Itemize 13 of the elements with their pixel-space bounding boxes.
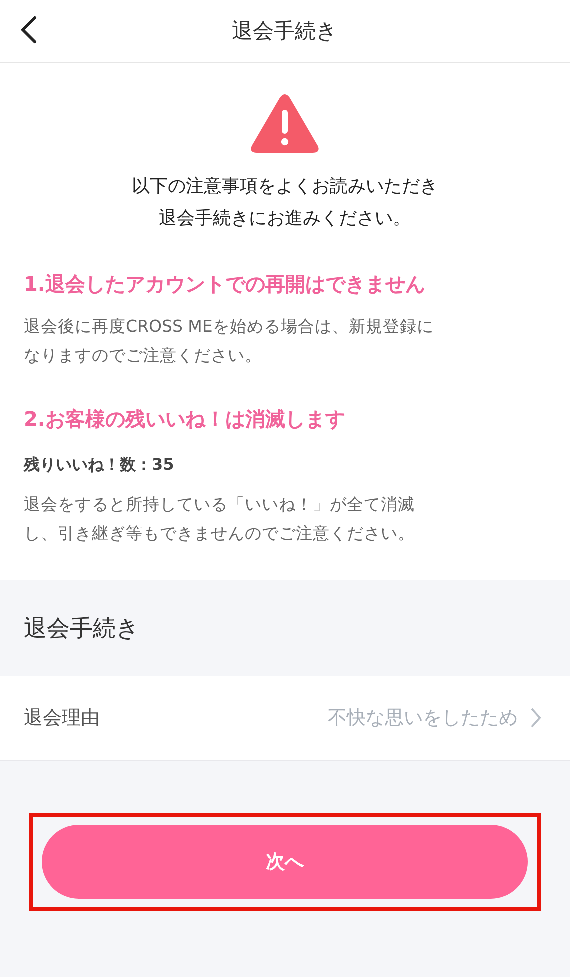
- chevron-icon: [530, 707, 542, 729]
- notice-heading: 1.退会したアカウントでの再開はできません: [24, 271, 427, 298]
- remaining-likes-count: 残りいいね！数：35: [24, 455, 176, 476]
- row-value: 不快な思いをしたため: [328, 706, 518, 731]
- page-title: 退会手続き: [232, 18, 338, 45]
- intro-text: 以下の注意事項をよくお読みいただき退会手続きにお進みください。: [131, 175, 439, 231]
- notice-heading: 2.お客様の残いいね！は消滅します: [24, 406, 347, 433]
- row-label: 退会理由: [24, 706, 101, 731]
- notice-text: 退会をすると所持している「いいね！」が全て消滅し、引き継ぎ等もできませんのでご注意ください。: [24, 494, 416, 545]
- section-title: 退会手続き: [23, 614, 141, 644]
- warning-icon: [250, 93, 320, 155]
- notice-text: 退会後に再度CROSS MEを始める場合は、新規登録になりますのでご注意ください。: [24, 316, 435, 367]
- reason-row[interactable]: 退会理由 不快な思いをしたため: [0, 676, 570, 761]
